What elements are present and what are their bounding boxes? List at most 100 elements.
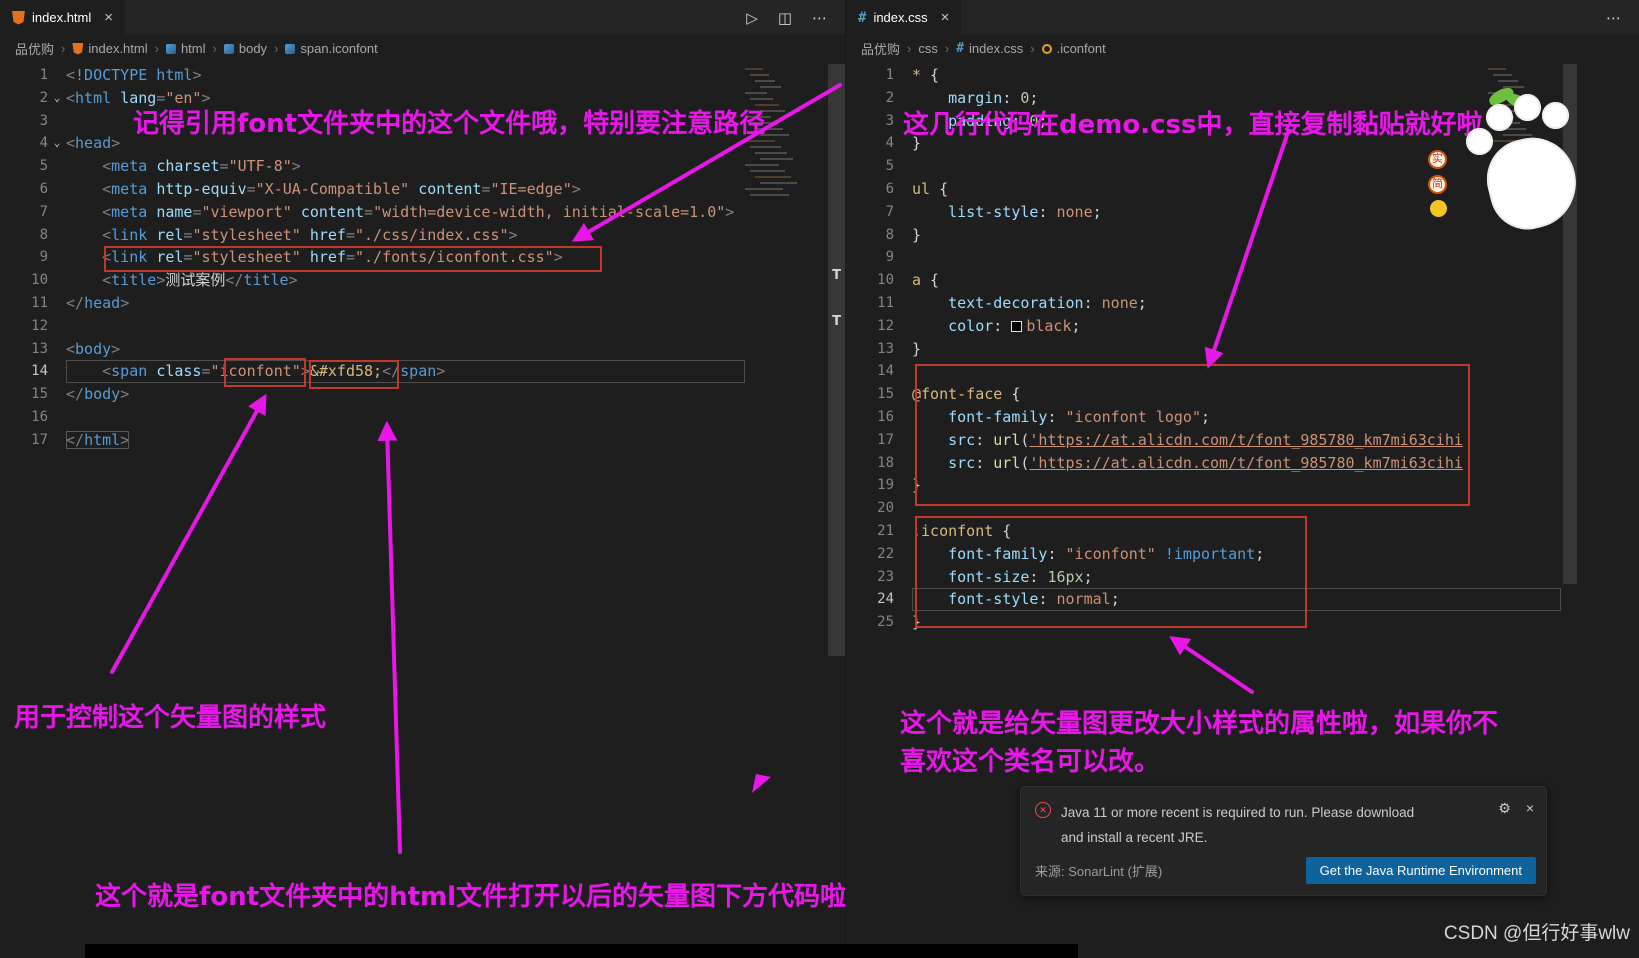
code-token: < (102, 202, 112, 221)
breadcrumb-item[interactable]: 品优购 (15, 39, 54, 58)
more-actions-button[interactable]: ⋯ (1606, 9, 1621, 27)
code-line-16[interactable]: 16 font-family: "iconfont logo"; (846, 406, 1561, 429)
code-token: { (930, 179, 949, 198)
code-line-11[interactable]: 11 </head> (0, 292, 745, 315)
css-file-icon: # (858, 9, 867, 26)
code-token: @font-face (912, 385, 1003, 404)
minimap[interactable] (745, 64, 828, 224)
code-line-19[interactable]: 19} (846, 474, 1561, 497)
code-line-8[interactable]: 8} (846, 224, 1561, 247)
code-line-14[interactable]: 14 (846, 360, 1561, 383)
line-number: 10 (877, 272, 894, 289)
code-line-9[interactable]: 9 (846, 246, 1561, 269)
breadcrumb-item[interactable]: body (223, 41, 267, 56)
code-line-9[interactable]: 9 <link rel="stylesheet" href="./fonts/i… (0, 246, 745, 269)
code-line-10[interactable]: 10 <title>测试案例</title> (0, 269, 745, 292)
close-icon[interactable]: × (1526, 800, 1534, 817)
code-line-6[interactable]: 6 ul { (846, 178, 1561, 201)
breadcrumb-item[interactable]: html (165, 41, 206, 56)
breadcrumb-item[interactable]: css (918, 41, 938, 56)
breadcrumb: 品优购 › css › # index.css › .iconfont (846, 35, 1639, 62)
line-number: 3 (885, 112, 894, 129)
code-line-1[interactable]: 1 * { (846, 64, 1561, 87)
code-line-1[interactable]: 1 <!DOCTYPE html> (0, 64, 745, 87)
code-line-17[interactable]: 17 </html> (0, 429, 745, 452)
line-number: 11 (31, 294, 48, 311)
get-java-runtime-button[interactable]: Get the Java Runtime Environment (1305, 857, 1536, 884)
line-number: 9 (39, 249, 48, 266)
code-line-15[interactable]: 15 @font-face { (846, 383, 1561, 406)
code-token: "stylesheet" (192, 248, 301, 267)
line-number: 17 (877, 431, 894, 448)
code-line-12[interactable]: 12 (0, 315, 745, 338)
gear-icon[interactable]: ⚙ (1498, 800, 1511, 817)
code-line-24[interactable]: 24 font-style: normal; (846, 588, 1561, 612)
code-line-25[interactable]: 25} (846, 611, 1561, 634)
code-line-12[interactable]: 12 color: black; (846, 315, 1561, 338)
line-number: 6 (39, 180, 48, 197)
fold-chevron-icon[interactable]: ⌄ (48, 87, 66, 110)
breadcrumb-item[interactable]: 品优购 (861, 39, 900, 58)
code-line-13[interactable]: 13 <body> (0, 338, 745, 361)
code-token: src (948, 453, 976, 472)
code-line-7[interactable]: 7 list-style: none; (846, 201, 1561, 224)
code-line-21[interactable]: 21 .iconfont { (846, 520, 1561, 543)
notification-message-line1: Java 11 or more recent is required to ru… (1061, 805, 1415, 820)
code-line-13[interactable]: 13} (846, 338, 1561, 361)
code-line-20[interactable]: 20 (846, 497, 1561, 520)
code-line-17[interactable]: 17 src: url('https://at.alicdn.com/t/fon… (846, 429, 1561, 452)
run-button[interactable]: ▷ (746, 9, 758, 27)
line-number: 9 (885, 249, 894, 266)
code-line-6[interactable]: 6 <meta http-equiv="X-UA-Compatible" con… (0, 178, 745, 201)
minimap-line (750, 98, 773, 100)
breadcrumb-label: html (180, 41, 206, 56)
scrollbar[interactable] (828, 64, 845, 944)
cube-icon (223, 43, 234, 54)
breadcrumb-item[interactable]: .iconfont (1041, 41, 1106, 56)
code-token: > (111, 339, 121, 358)
editor-actions: ⋯ (1606, 0, 1639, 35)
fold-gutter (48, 110, 66, 133)
code-token: body (84, 385, 121, 404)
tab-index-css[interactable]: # index.css × (846, 0, 963, 35)
line-number: 1 (39, 67, 48, 83)
line-number: 2 (39, 89, 48, 106)
split-editor-button[interactable]: ◫ (778, 9, 792, 27)
fold-gutter (48, 292, 66, 315)
code-line-23[interactable]: 23 font-size: 16px; (846, 566, 1561, 589)
breadcrumb-label: span.iconfont (300, 41, 378, 56)
close-tab-icon[interactable]: × (104, 9, 113, 26)
scrollbar-thumb[interactable] (828, 64, 845, 656)
code-line-18[interactable]: 18 src: url('https://at.alicdn.com/t/fon… (846, 452, 1561, 475)
code-line-5[interactable]: 5 <meta charset="UTF-8"> (0, 155, 745, 178)
line-number: 7 (39, 203, 48, 220)
tab-index-html[interactable]: index.html × (0, 0, 127, 35)
breadcrumb-item[interactable]: # index.css (956, 41, 1023, 56)
fold-chevron-icon[interactable]: ⌄ (48, 132, 66, 155)
code-token: class (156, 362, 202, 381)
code-line-11[interactable]: 11 text-decoration: none; (846, 292, 1561, 315)
breadcrumb-separator: › (907, 41, 912, 56)
code-editor-css[interactable]: 1 * {2 margin: 0; 3 padding: 0; 4} 5 6 ul {7 l… (846, 64, 1561, 634)
code-line-7[interactable]: 7 <meta name="viewport" content="width=d… (0, 201, 745, 224)
code-line-8[interactable]: 8 <link rel="stylesheet" href="./css/ind… (0, 224, 745, 247)
code-line-16[interactable]: 16 (0, 406, 745, 429)
more-actions-button[interactable]: ⋯ (812, 9, 827, 27)
color-swatch[interactable] (1011, 320, 1023, 332)
code-line-10[interactable]: 10 a { (846, 269, 1561, 292)
code-line-5[interactable]: 5 (846, 155, 1561, 178)
line-number: 23 (877, 568, 894, 585)
code-line-22[interactable]: 22 font-family: "iconfont" !important; (846, 543, 1561, 566)
code-token: < (102, 225, 112, 244)
breadcrumb-item[interactable]: index.html (72, 41, 148, 56)
breadcrumb-item[interactable]: span.iconfont (285, 41, 378, 56)
code-line-15[interactable]: 15 </body> (0, 383, 745, 406)
code-token: ; (1083, 567, 1093, 586)
code-line-14[interactable]: 14 <span class="iconfont">&#xfd58;</span… (0, 360, 745, 384)
close-tab-icon[interactable]: × (941, 9, 950, 26)
code-token: "viewport" (201, 202, 292, 221)
notification-toast: ✕ Java 11 or more recent is required to … (1020, 786, 1547, 896)
